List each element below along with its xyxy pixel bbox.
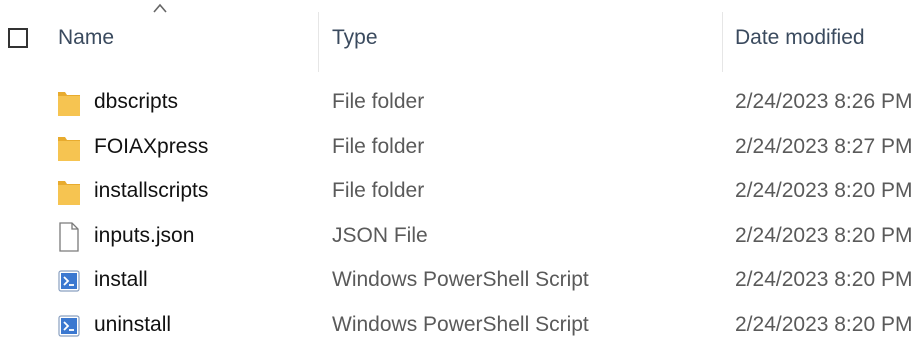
folder-icon: [56, 132, 82, 164]
file-date-modified: 2/24/2023 8:26 PM: [735, 90, 912, 114]
date-modified-column-header[interactable]: Date modified: [735, 26, 865, 50]
folder-icon: [56, 87, 82, 119]
column-divider[interactable]: [318, 12, 319, 72]
file-row-install[interactable]: install Windows PowerShell Script 2/24/2…: [0, 260, 915, 305]
file-row-dbscripts[interactable]: dbscripts File folder 2/24/2023 8:26 PM: [0, 82, 915, 127]
file-date-modified: 2/24/2023 8:20 PM: [735, 313, 912, 337]
column-divider[interactable]: [722, 12, 723, 72]
file-name: installscripts: [94, 179, 208, 203]
file-date-modified: 2/24/2023 8:20 PM: [735, 179, 912, 203]
file-type: File folder: [332, 179, 424, 203]
file-type: Windows PowerShell Script: [332, 268, 589, 292]
file-name: install: [94, 268, 148, 292]
file-type: File folder: [332, 90, 424, 114]
file-row-inputs-json[interactable]: inputs.json JSON File 2/24/2023 8:20 PM: [0, 216, 915, 261]
powershell-script-icon: [56, 265, 82, 297]
file-date-modified: 2/24/2023 8:20 PM: [735, 224, 912, 248]
file-date-modified: 2/24/2023 8:20 PM: [735, 268, 912, 292]
file-name: inputs.json: [94, 224, 194, 248]
column-header-bar: Name Type Date modified: [0, 0, 915, 80]
file-name: FOIAXpress: [94, 135, 208, 159]
file-type: Windows PowerShell Script: [332, 313, 589, 337]
file-row-uninstall[interactable]: uninstall Windows PowerShell Script 2/24…: [0, 305, 915, 349]
name-column-header[interactable]: Name: [58, 26, 114, 50]
file-type: JSON File: [332, 224, 428, 248]
file-icon: [56, 221, 82, 253]
select-all-checkbox[interactable]: [8, 28, 28, 48]
file-type: File folder: [332, 135, 424, 159]
file-date-modified: 2/24/2023 8:27 PM: [735, 135, 912, 159]
file-row-installscripts[interactable]: installscripts File folder 2/24/2023 8:2…: [0, 171, 915, 216]
folder-icon: [56, 176, 82, 208]
file-name: uninstall: [94, 313, 171, 337]
file-name: dbscripts: [94, 90, 178, 114]
file-list: dbscripts File folder 2/24/2023 8:26 PM …: [0, 82, 915, 349]
powershell-script-icon: [56, 310, 82, 342]
file-row-foiaxpress[interactable]: FOIAXpress File folder 2/24/2023 8:27 PM: [0, 127, 915, 172]
type-column-header[interactable]: Type: [332, 26, 378, 50]
sort-ascending-icon[interactable]: [152, 2, 168, 14]
